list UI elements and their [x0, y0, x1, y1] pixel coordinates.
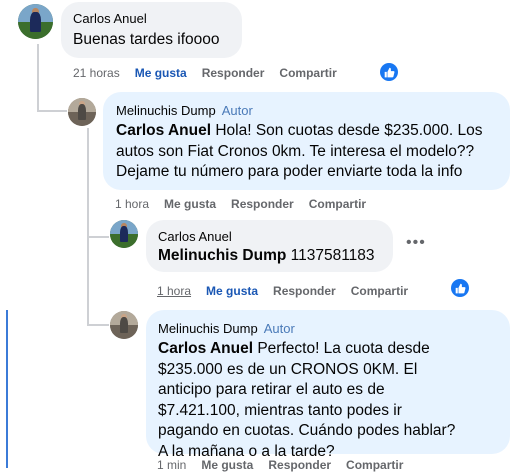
like-button[interactable]: Me gusta — [206, 284, 258, 298]
comment-actions: 21 horas Me gusta Responder Compartir — [73, 66, 352, 80]
comment-text-block: Melinuchis Dump 1137581183 — [158, 246, 375, 267]
comment-time[interactable]: 1 min — [157, 458, 186, 472]
like-button[interactable]: Me gusta — [135, 66, 187, 80]
mention-link[interactable]: Melinuchis Dump — [158, 247, 286, 264]
comment-header: Melinuchis Dump Autor — [158, 320, 295, 338]
comment-text: Perfecto! La cuota desde $235.000 es de … — [158, 340, 456, 460]
comment-text-block: Carlos Anuel Hola! Son cuotas desde $235… — [116, 121, 501, 183]
like-button[interactable]: Me gusta — [201, 458, 253, 472]
comment-actions: 1 min Me gusta Responder Compartir — [157, 458, 418, 472]
avatar-melinuchis[interactable] — [110, 311, 138, 339]
comment-actions: 1 hora Me gusta Responder Compartir — [115, 197, 381, 211]
mention-link[interactable]: Carlos Anuel — [116, 122, 211, 139]
share-button[interactable]: Compartir — [351, 284, 408, 298]
comment-text: 1137581183 — [290, 247, 375, 264]
comment-header: Melinuchis Dump Autor — [116, 102, 253, 120]
share-button[interactable]: Compartir — [346, 458, 403, 472]
thread-line-2-curve — [87, 236, 109, 238]
comment-bubble-author: Melinuchis Dump Autor Carlos Anuel Hola! … — [103, 92, 510, 190]
reply-button[interactable]: Responder — [202, 66, 265, 80]
share-button[interactable]: Compartir — [309, 197, 366, 211]
comment-author[interactable]: Carlos Anuel — [158, 229, 232, 244]
author-badge: Autor — [263, 321, 295, 336]
avatar-carlos[interactable] — [110, 220, 138, 248]
avatar-carlos[interactable] — [18, 4, 53, 39]
thumbs-up-icon — [380, 63, 398, 81]
comment-author[interactable]: Carlos Anuel — [73, 11, 147, 26]
comment-bubble: Carlos Anuel Buenas tardes ifoooo — [61, 2, 242, 58]
comment-author[interactable]: Melinuchis Dump — [116, 103, 216, 118]
like-button[interactable]: Me gusta — [164, 197, 216, 211]
comment-text: Buenas tardes ifoooo — [73, 31, 220, 48]
comment-time[interactable]: 21 horas — [73, 66, 120, 80]
comment-actions: 1 hora Me gusta Responder Compartir — [157, 284, 423, 298]
thread-line-3 — [87, 238, 89, 326]
comment-bubble: Carlos Anuel Melinuchis Dump 1137581183 — [146, 220, 393, 272]
thumbs-up-icon — [451, 279, 469, 297]
comment-time[interactable]: 1 hora — [115, 197, 149, 211]
reply-button[interactable]: Responder — [273, 284, 336, 298]
share-button[interactable]: Compartir — [279, 66, 336, 80]
reply-button[interactable]: Responder — [268, 458, 331, 472]
thread-line-2 — [87, 128, 89, 238]
more-options-icon[interactable]: ••• — [406, 234, 426, 252]
left-blue-indicator — [6, 310, 8, 468]
thread-line-1 — [37, 44, 39, 112]
author-badge: Autor — [221, 103, 253, 118]
comment-author[interactable]: Melinuchis Dump — [158, 321, 258, 336]
mention-link[interactable]: Carlos Anuel — [158, 340, 253, 357]
comment-time[interactable]: 1 hora — [157, 284, 191, 298]
comment-bubble-author: Melinuchis Dump Autor Carlos Anuel Perfec… — [146, 310, 510, 460]
comment-text-block: Carlos Anuel Perfecto! La cuota desde $2… — [158, 339, 458, 462]
avatar-melinuchis[interactable] — [68, 98, 96, 126]
reply-button[interactable]: Responder — [231, 197, 294, 211]
thread-line-3-curve — [87, 324, 109, 326]
thread-line-1-curve — [37, 110, 67, 112]
